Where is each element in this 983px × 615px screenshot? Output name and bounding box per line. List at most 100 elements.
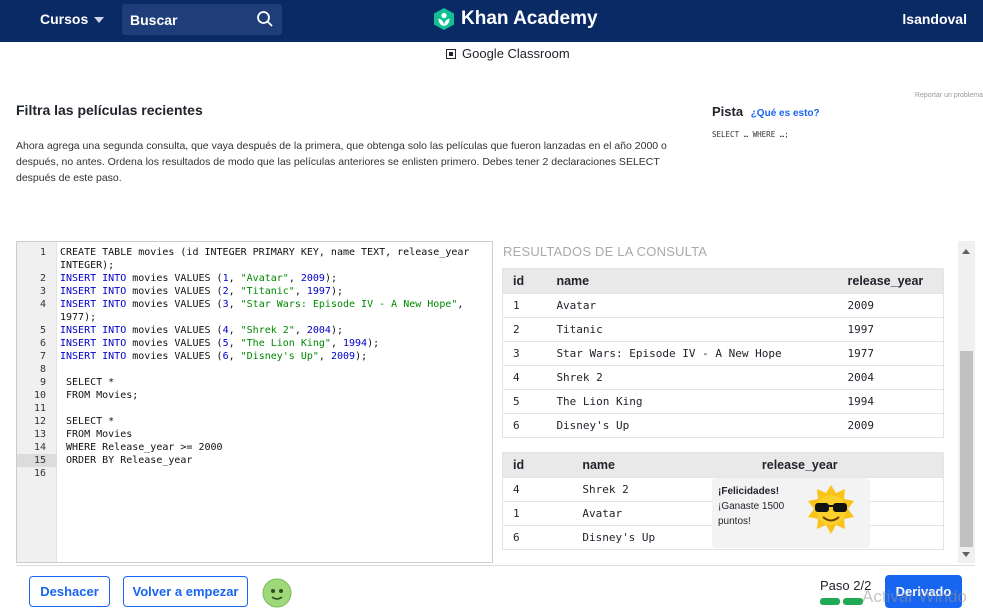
- table-cell: 6: [502, 413, 547, 438]
- code-line[interactable]: 11: [17, 402, 493, 415]
- code-text: INSERT INTO movies VALUES (4, "Shrek 2",…: [60, 325, 344, 336]
- line-number: 12: [33, 416, 46, 427]
- table-row: 6 Disney's Up 2009: [502, 413, 944, 438]
- code-text: INSERT INTO movies VALUES (3, "Star Wars…: [60, 299, 464, 310]
- code-line[interactable]: 6 INSERT INTO movies VALUES (5, "The Lion…: [17, 337, 493, 350]
- code-line[interactable]: 4 INSERT INTO movies VALUES (3, "Star War…: [17, 298, 493, 311]
- table-cell: Avatar: [546, 293, 838, 318]
- code-line[interactable]: 9 SELECT *: [17, 376, 493, 389]
- report-problem-link[interactable]: Reportar un problema: [915, 92, 983, 99]
- top-navbar: Cursos Khan Academy lsandoval: [0, 0, 983, 42]
- start-over-button[interactable]: Volver a empezar: [123, 576, 248, 607]
- progress-segment: [820, 598, 840, 605]
- results-scrollbar[interactable]: [958, 241, 975, 563]
- code-line[interactable]: 3 INSERT INTO movies VALUES (2, "Titanic"…: [17, 285, 493, 298]
- code-line[interactable]: 16: [17, 467, 493, 480]
- hint-header: Pista ¿Qué es esto?: [712, 104, 820, 119]
- code-text: INTEGER);: [60, 260, 115, 271]
- code-line[interactable]: 12 SELECT *: [17, 415, 493, 428]
- code-line[interactable]: 1 CREATE TABLE movies (id INTEGER PRIMARY…: [17, 246, 493, 259]
- line-number: 4: [39, 299, 46, 310]
- line-number: 10: [33, 390, 46, 401]
- hint-code: SELECT … WHERE …;: [712, 130, 789, 139]
- activate-windows-watermark: Activar Windo: [862, 587, 967, 606]
- scrollbar-thumb[interactable]: [960, 351, 973, 547]
- hint-what-is-this-link[interactable]: ¿Qué es esto?: [751, 108, 820, 119]
- hint-label: Pista: [712, 104, 744, 119]
- progress-segment: [843, 598, 863, 605]
- line-number: 5: [39, 325, 46, 336]
- column-header: name: [572, 452, 752, 478]
- footer-bar: Deshacer Volver a empezar Paso 2/2 Deriv…: [16, 565, 975, 615]
- line-number: 15: [17, 454, 57, 467]
- table-cell: 5: [502, 389, 547, 414]
- code-token: INSERT INTO: [60, 325, 127, 336]
- line-number: 14: [33, 442, 46, 453]
- leaf-logo-icon: [434, 8, 454, 30]
- table-cell: Star Wars: Episode IV - A New Hope: [546, 341, 838, 366]
- search-box: [122, 4, 282, 35]
- column-header: id: [502, 268, 547, 294]
- code-token: movies VALUES (: [126, 299, 223, 310]
- code-token: 4: [222, 325, 229, 336]
- user-menu[interactable]: lsandoval: [902, 11, 967, 27]
- khan-academy-logo[interactable]: Khan Academy: [433, 7, 598, 31]
- scroll-down-arrow-icon[interactable]: [962, 552, 970, 557]
- code-token: 1: [222, 273, 229, 284]
- avatar-icon[interactable]: [261, 576, 293, 608]
- table-row: 3 Star Wars: Episode IV - A New Hope 1977: [502, 341, 944, 366]
- code-token: );: [324, 273, 337, 284]
- google-classroom-link[interactable]: Google Classroom: [446, 46, 570, 61]
- code-text: CREATE TABLE movies (id INTEGER PRIMARY …: [60, 247, 470, 258]
- code-line[interactable]: INTEGER);: [17, 259, 493, 272]
- line-number: 6: [39, 338, 46, 349]
- code-token: "Titanic": [240, 286, 295, 297]
- code-line[interactable]: 5 INSERT INTO movies VALUES (4, "Shrek 2"…: [17, 324, 493, 337]
- line-number: 7: [39, 351, 46, 362]
- sunglasses-sun-icon: [808, 485, 854, 534]
- table-cell: 1: [502, 501, 573, 526]
- code-line[interactable]: 1977);: [17, 311, 493, 324]
- code-line[interactable]: 13 FROM Movies: [17, 428, 493, 441]
- table-cell: 4: [502, 365, 547, 390]
- code-token: 3: [222, 299, 229, 310]
- code-text: FROM Movies: [60, 429, 133, 440]
- table-cell: 1997: [837, 317, 944, 342]
- line-number: 8: [39, 364, 46, 375]
- table-cell: 2: [502, 317, 547, 342]
- code-token: INSERT INTO: [60, 338, 127, 349]
- table-cell: 1994: [837, 389, 944, 414]
- code-text: 1977);: [60, 312, 97, 323]
- scroll-up-arrow-icon[interactable]: [962, 249, 970, 254]
- code-token: 2004: [306, 325, 331, 336]
- code-line[interactable]: 15 ORDER BY Release_year: [17, 454, 493, 467]
- courses-menu[interactable]: Cursos: [40, 11, 105, 27]
- line-number: 9: [39, 377, 46, 388]
- table-cell: The Lion King: [546, 389, 838, 414]
- search-icon[interactable]: [256, 10, 274, 28]
- code-token: movies VALUES (: [126, 325, 223, 336]
- code-line[interactable]: 8: [17, 363, 493, 376]
- step-progress-bar: [820, 598, 863, 605]
- code-line[interactable]: 2 INSERT INTO movies VALUES (1, "Avatar",…: [17, 272, 493, 285]
- table-row: 2 Titanic 1997: [502, 317, 944, 342]
- code-editor[interactable]: 1 CREATE TABLE movies (id INTEGER PRIMARY…: [16, 241, 493, 563]
- code-line[interactable]: 10 FROM Movies;: [17, 389, 493, 402]
- code-token: 5: [222, 338, 229, 349]
- undo-button[interactable]: Deshacer: [29, 576, 110, 607]
- code-token: "The Lion King": [240, 338, 331, 349]
- code-line[interactable]: 7 INSERT INTO movies VALUES (6, "Disney's…: [17, 350, 493, 363]
- code-text: INSERT INTO movies VALUES (5, "The Lion …: [60, 338, 380, 349]
- line-number: 2: [39, 273, 46, 284]
- table-cell: Titanic: [546, 317, 838, 342]
- code-token: movies VALUES (: [126, 286, 223, 297]
- search-input[interactable]: [122, 11, 242, 28]
- code-token: 2: [222, 286, 229, 297]
- code-token: INSERT INTO: [60, 286, 127, 297]
- task-title: Filtra las películas recientes: [16, 102, 203, 118]
- code-line[interactable]: 14 WHERE Release_year >= 2000: [17, 441, 493, 454]
- table-row: 1 Avatar 2009: [502, 293, 944, 318]
- code-text: SELECT *: [60, 416, 115, 427]
- code-token: INSERT INTO: [60, 273, 127, 284]
- code-token: "Shrek 2": [240, 325, 295, 336]
